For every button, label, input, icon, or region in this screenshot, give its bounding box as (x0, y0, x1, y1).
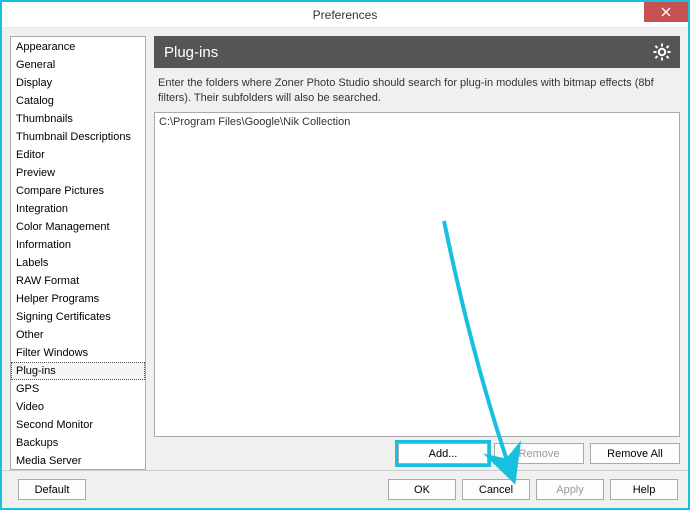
sidebar-item-thumbnail-descriptions[interactable]: Thumbnail Descriptions (11, 128, 145, 146)
folder-list[interactable]: C:\Program Files\Google\Nik Collection (154, 112, 680, 437)
cancel-button[interactable]: Cancel (462, 479, 530, 500)
close-icon (661, 7, 671, 17)
sidebar-item-backups[interactable]: Backups (11, 434, 145, 452)
gear-icon[interactable] (652, 42, 672, 62)
sidebar-item-preview[interactable]: Preview (11, 164, 145, 182)
preferences-window: Preferences AppearanceGeneralDisplayCata… (0, 0, 690, 510)
titlebar: Preferences (2, 2, 688, 28)
panel-description: Enter the folders where Zoner Photo Stud… (154, 68, 680, 112)
sidebar-item-raw-format[interactable]: RAW Format (11, 272, 145, 290)
sidebar-item-display[interactable]: Display (11, 74, 145, 92)
remove-button[interactable]: Remove (494, 443, 584, 464)
apply-button[interactable]: Apply (536, 479, 604, 500)
sidebar-item-compare-pictures[interactable]: Compare Pictures (11, 182, 145, 200)
sidebar-item-helper-programs[interactable]: Helper Programs (11, 290, 145, 308)
sidebar-item-second-monitor[interactable]: Second Monitor (11, 416, 145, 434)
folder-buttons-row: Add... Remove Remove All (154, 437, 680, 470)
sidebar-item-editor[interactable]: Editor (11, 146, 145, 164)
sidebar-item-integration[interactable]: Integration (11, 200, 145, 218)
sidebar-item-labels[interactable]: Labels (11, 254, 145, 272)
sidebar-item-plug-ins[interactable]: Plug-ins (11, 362, 145, 380)
folder-row[interactable]: C:\Program Files\Google\Nik Collection (159, 115, 675, 129)
remove-all-button[interactable]: Remove All (590, 443, 680, 464)
sidebar-item-video[interactable]: Video (11, 398, 145, 416)
sidebar-item-thumbnails[interactable]: Thumbnails (11, 110, 145, 128)
main-panel: Plug-ins (154, 36, 680, 470)
add-button[interactable]: Add... (398, 443, 488, 464)
sidebar-item-filter-windows[interactable]: Filter Windows (11, 344, 145, 362)
ok-button[interactable]: OK (388, 479, 456, 500)
close-button[interactable] (644, 2, 688, 22)
sidebar-item-gps[interactable]: GPS (11, 380, 145, 398)
sidebar-item-appearance[interactable]: Appearance (11, 38, 145, 56)
sidebar-item-information[interactable]: Information (11, 236, 145, 254)
sidebar-item-color-management[interactable]: Color Management (11, 218, 145, 236)
category-sidebar[interactable]: AppearanceGeneralDisplayCatalogThumbnail… (10, 36, 146, 470)
window-title: Preferences (313, 8, 378, 22)
content-area: AppearanceGeneralDisplayCatalogThumbnail… (2, 30, 688, 470)
sidebar-item-media-server[interactable]: Media Server (11, 452, 145, 470)
sidebar-item-catalog[interactable]: Catalog (11, 92, 145, 110)
panel-title: Plug-ins (164, 44, 218, 61)
sidebar-item-other[interactable]: Other (11, 326, 145, 344)
default-button[interactable]: Default (18, 479, 86, 500)
dialog-footer: Default OK Cancel Apply Help (2, 470, 688, 508)
panel-header: Plug-ins (154, 36, 680, 68)
sidebar-item-general[interactable]: General (11, 56, 145, 74)
help-button[interactable]: Help (610, 479, 678, 500)
sidebar-item-signing-certificates[interactable]: Signing Certificates (11, 308, 145, 326)
